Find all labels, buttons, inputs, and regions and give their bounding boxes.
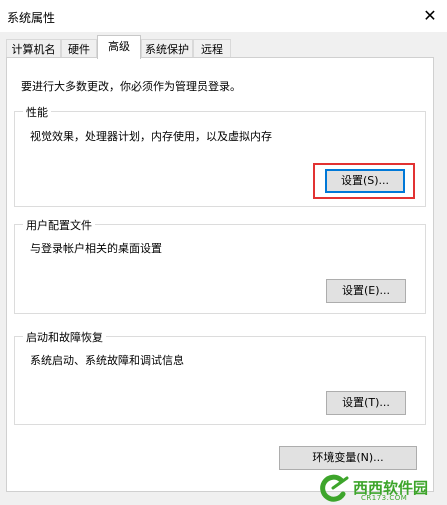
user-profiles-description: 与登录帐户相关的桌面设置	[30, 242, 162, 255]
startup-recovery-title: 启动和故障恢复	[23, 329, 106, 345]
watermark-logo: 西西软件园 CR173.COM	[317, 474, 445, 502]
title-bar: 系统属性 ✕	[0, 0, 447, 32]
tab-computer-name[interactable]: 计算机名	[6, 39, 61, 59]
tab-advanced[interactable]: 高级	[97, 35, 141, 59]
performance-title: 性能	[23, 104, 51, 120]
user-profiles-title: 用户配置文件	[23, 217, 95, 233]
startup-recovery-settings-button[interactable]: 设置(T)...	[326, 391, 406, 415]
watermark-icon	[320, 474, 349, 502]
watermark-subtext: CR173.COM	[361, 494, 408, 502]
close-icon[interactable]: ✕	[420, 6, 440, 26]
performance-description: 视觉效果，处理器计划，内存使用，以及虚拟内存	[30, 130, 272, 143]
environment-variables-button[interactable]: 环境变量(N)...	[279, 446, 417, 470]
startup-recovery-description: 系统启动、系统故障和调试信息	[30, 354, 184, 367]
tab-hardware[interactable]: 硬件	[61, 39, 97, 59]
user-profiles-settings-button[interactable]: 设置(E)...	[326, 279, 406, 303]
tab-remote[interactable]: 远程	[193, 39, 231, 59]
tab-system-protection[interactable]: 系统保护	[141, 39, 193, 59]
admin-notice: 要进行大多数更改，你必须作为管理员登录。	[21, 80, 241, 93]
window-title: 系统属性	[7, 11, 56, 25]
highlight-box	[313, 163, 415, 199]
